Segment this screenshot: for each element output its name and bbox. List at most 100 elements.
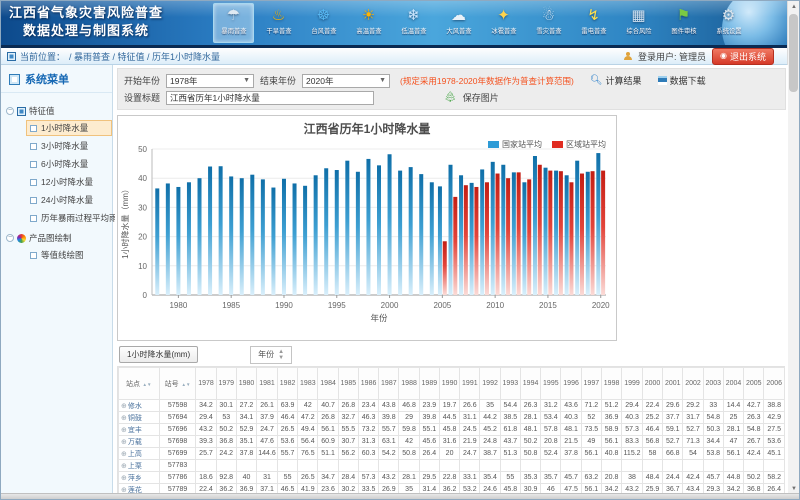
column-header-year-1986[interactable]: 1986 — [358, 368, 378, 400]
sidebar-item-3小时降水量[interactable]: 3小时降水量 — [26, 138, 112, 154]
breadcrumb-path[interactable]: / 暴雨普查 / 特征值 / 历年1小时降水量 — [69, 50, 220, 63]
column-header-year-1983[interactable]: 1983 — [298, 368, 318, 400]
checkbox-icon[interactable] — [30, 215, 37, 222]
legend-item[interactable]: 区域站平均 — [552, 139, 606, 150]
end-year-select[interactable]: 2020年 ▼ — [302, 74, 390, 88]
sidebar-item-等值线绘图[interactable]: 等值线绘图 — [26, 247, 112, 263]
table-row-修水[interactable]: ⊕修水5759834.230.127.226.163.94240.726.823… — [119, 400, 785, 412]
table-row-上高[interactable]: ⊕上高5769925.724.237.8144.655.776.551.156.… — [119, 448, 785, 460]
expander-icon[interactable]: − — [6, 107, 14, 115]
toolbar-item-label: 大风普查 — [446, 28, 471, 35]
checkbox-icon[interactable] — [30, 125, 37, 132]
toolbar-item-typhoon[interactable]: ☸台风普查 — [303, 3, 344, 43]
expander-icon[interactable]: − — [6, 234, 14, 242]
logout-button[interactable]: ◉ 退出系统 — [712, 48, 774, 65]
checkbox-icon[interactable] — [30, 143, 37, 150]
column-header-year-1987[interactable]: 1987 — [379, 368, 399, 400]
column-header-year-2004[interactable]: 2004 — [723, 368, 743, 400]
toolbar-item-high-temp[interactable]: ☀高温普查 — [348, 3, 389, 43]
column-header-year-1990[interactable]: 1990 — [439, 368, 459, 400]
column-header-year-1981[interactable]: 1981 — [257, 368, 278, 400]
value-cell: 71.2 — [581, 400, 601, 412]
column-header-year-2006[interactable]: 2006 — [764, 368, 785, 400]
value-cell — [723, 460, 743, 472]
sidebar-item-24小时降水量[interactable]: 24小时降水量 — [26, 192, 112, 208]
sidebar-item-6小时降水量[interactable]: 6小时降水量 — [26, 156, 112, 172]
column-header-station[interactable]: 站点 ▲▼ — [119, 368, 160, 400]
column-header-year-1998[interactable]: 1998 — [601, 368, 621, 400]
toolbar-item-snow[interactable]: ☃雪灾普查 — [528, 3, 569, 43]
column-header-year-1991[interactable]: 1991 — [460, 368, 480, 400]
station-id-cell: 57696 — [159, 424, 196, 436]
toolbar-item-lightning[interactable]: ↯雷电普查 — [573, 3, 614, 43]
sort-icon[interactable]: ▲▼ — [142, 382, 151, 387]
expand-icon[interactable]: ⊕ — [121, 451, 127, 458]
value-cell: 22.8 — [439, 472, 459, 484]
toolbar-item-map-review[interactable]: ⚑图件审核 — [663, 3, 704, 43]
tree-group-label: 产品图绘制 — [29, 232, 72, 244]
chart-title-input[interactable] — [166, 91, 374, 105]
expand-icon[interactable]: ⊕ — [121, 427, 127, 434]
column-header-year-1984[interactable]: 1984 — [318, 368, 338, 400]
column-header-year-2005[interactable]: 2005 — [744, 368, 764, 400]
column-header-year-1978[interactable]: 1978 — [196, 368, 216, 400]
expand-icon[interactable]: ⊕ — [121, 475, 127, 482]
expand-icon[interactable]: ⊕ — [121, 463, 127, 470]
column-header-year-1988[interactable]: 1988 — [399, 368, 419, 400]
column-header-year-1979[interactable]: 1979 — [216, 368, 236, 400]
legend-item[interactable]: 国家站平均 — [488, 139, 542, 150]
toolbar-item-hail[interactable]: ✦冰雹普查 — [483, 3, 524, 43]
toolbar-item-rainstorm[interactable]: ☂暴雨普查 — [213, 3, 254, 43]
column-header-year-2003[interactable]: 2003 — [703, 368, 723, 400]
toolbar-item-composite-risk[interactable]: ▦综合风险 — [618, 3, 659, 43]
table-row-萍乡[interactable]: ⊕萍乡5778618.692.840315526.534.728.457.343… — [119, 472, 785, 484]
column-header-year-1995[interactable]: 1995 — [541, 368, 561, 400]
download-button[interactable]: 数据下载 — [658, 74, 706, 87]
sidebar-item-12小时降水量[interactable]: 12小时降水量 — [26, 174, 112, 190]
table-row-上栗[interactable]: ⊕上栗57783 — [119, 460, 785, 472]
column-header-year-1994[interactable]: 1994 — [520, 368, 540, 400]
expand-icon[interactable]: ⊕ — [121, 415, 127, 422]
toolbar-item-wind[interactable]: ☁大风普查 — [438, 3, 479, 43]
sort-icon[interactable]: ▲▼ — [181, 382, 190, 387]
start-year-select[interactable]: 1978年 ▼ — [166, 74, 254, 88]
column-header-year-2002[interactable]: 2002 — [683, 368, 703, 400]
column-header-station-id[interactable]: 站号 ▲▼ — [159, 368, 196, 400]
column-header-year-1992[interactable]: 1992 — [480, 368, 500, 400]
tree-group-产品图绘制[interactable]: − 产品图绘制 — [6, 232, 112, 244]
checkbox-icon[interactable] — [30, 161, 37, 168]
column-header-year-2000[interactable]: 2000 — [642, 368, 662, 400]
checkbox-icon[interactable] — [30, 197, 37, 204]
table-row-万载[interactable]: ⊕万载5769839.336.835.147.653.656.460.930.7… — [119, 436, 785, 448]
checkbox-icon[interactable] — [30, 252, 37, 259]
column-header-year-2001[interactable]: 2001 — [663, 368, 683, 400]
column-header-year-1997[interactable]: 1997 — [581, 368, 601, 400]
save-image-button[interactable]: 保存图片 — [463, 91, 499, 104]
expand-icon[interactable]: ⊕ — [121, 439, 127, 446]
sort-dropdown[interactable]: 年份 ▲▼ — [250, 346, 292, 364]
tree-group-特征值[interactable]: −特征值 — [6, 105, 112, 117]
column-header-year-1989[interactable]: 1989 — [419, 368, 439, 400]
page-vertical-scrollbar[interactable]: ▲ ▼ — [787, 1, 799, 495]
scroll-up-arrow-icon[interactable]: ▲ — [788, 1, 800, 13]
column-header-year-1993[interactable]: 1993 — [500, 368, 520, 400]
column-header-year-1999[interactable]: 1999 — [622, 368, 643, 400]
toolbar-item-system-settings[interactable]: ⚙系统设置 — [708, 3, 749, 43]
expand-icon[interactable]: ⊕ — [121, 403, 127, 410]
vertical-scroll-thumb[interactable] — [789, 14, 798, 92]
checkbox-icon[interactable] — [30, 179, 37, 186]
value-cell: 55.5 — [338, 424, 358, 436]
toolbar-item-drought[interactable]: ♨干旱普查 — [258, 3, 299, 43]
sidebar-item-历年暴雨过程平均雨量[interactable]: 历年暴雨过程平均雨量 — [26, 210, 112, 226]
metric-button[interactable]: 1小时降水量(mm) — [119, 346, 198, 363]
toolbar-item-low-temp[interactable]: ❄低温普查 — [393, 3, 434, 43]
table-row-宜丰[interactable]: ⊕宜丰5769643.250.252.924.726.549.456.155.5… — [119, 424, 785, 436]
column-header-year-1982[interactable]: 1982 — [277, 368, 297, 400]
toolbar-item-label: 干旱普查 — [266, 28, 291, 35]
calculate-button[interactable]: 🔍︎ 计算结果 — [590, 74, 642, 87]
table-row-铜鼓[interactable]: ⊕铜鼓5769429.45334.137.946.447.226.832.746… — [119, 412, 785, 424]
column-header-year-1980[interactable]: 1980 — [236, 368, 256, 400]
column-header-year-1996[interactable]: 1996 — [561, 368, 581, 400]
column-header-year-1985[interactable]: 1985 — [338, 368, 358, 400]
sidebar-item-1小时降水量[interactable]: 1小时降水量 — [26, 120, 112, 136]
